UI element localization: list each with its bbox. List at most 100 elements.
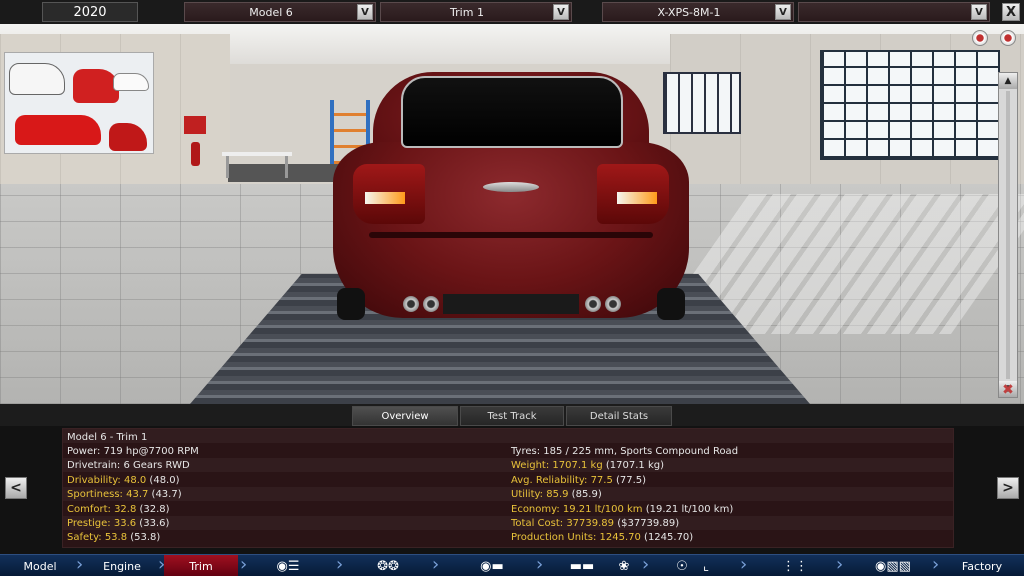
tab-test-track[interactable]: Test Track (460, 406, 564, 426)
rear-diffuser (443, 294, 579, 314)
nav-model[interactable]: Model (0, 555, 80, 576)
tab-overview[interactable]: Overview (352, 406, 458, 426)
tab-detail-stats[interactable]: Detail Stats (566, 406, 672, 426)
exhaust-tip (403, 296, 419, 312)
nav-separator: › (336, 554, 344, 575)
tab-bar: Overview Test Track Detail Stats (0, 404, 1024, 426)
stat-label: Drivability: (67, 474, 124, 486)
stat-base-value: (32.8) (136, 503, 170, 515)
row-stripe (63, 516, 953, 530)
stat-value: 48.0 (123, 474, 147, 486)
scroll-track[interactable] (1006, 91, 1010, 379)
sketch-wireframe (9, 63, 65, 95)
next-arrow-button[interactable]: > (997, 477, 1019, 499)
stat-value: 37739.89 (566, 518, 615, 529)
stat-row: Weight: 1707.1 kg (1707.1 kg) (511, 459, 664, 473)
fan-icon[interactable]: ❀ (612, 558, 636, 574)
camera-icon[interactable] (1000, 30, 1016, 46)
stat-value: 33.6 (113, 518, 137, 529)
car-model-rear-view[interactable] (333, 72, 689, 320)
finish-flag-icon[interactable]: ◉▧▧ (868, 558, 918, 574)
row-stripe (63, 458, 953, 472)
stat-value: 32.8 (114, 503, 137, 515)
stat-base-value: (1707.1 kg) (602, 460, 664, 472)
row-stripe (63, 429, 953, 443)
trim-dropdown[interactable]: Trim 1 V (380, 2, 572, 22)
stat-value: 6 Gears RWD (123, 460, 190, 472)
sketch-red-side (15, 115, 101, 145)
variant-dropdown[interactable]: V (798, 2, 990, 22)
engine-dropdown-value: X-XPS-8M-1 (657, 5, 721, 19)
year-display[interactable]: 2020 (42, 2, 138, 22)
gearbox-icon[interactable]: ◉☰ (268, 558, 308, 574)
engine-dropdown-button[interactable]: V (775, 4, 791, 20)
stat-value: 77.5 (590, 474, 613, 486)
trim-dropdown-value: Trim 1 (450, 5, 484, 19)
stat-label: Sportiness: (67, 489, 127, 501)
garage-table (222, 152, 292, 178)
stat-base-value: (43.7) (148, 489, 182, 501)
engine-dropdown[interactable]: X-XPS-8M-1 V (602, 2, 794, 22)
prev-arrow-button[interactable]: < (5, 477, 27, 499)
stat-value: 185 / 225 mm, Sports Compound Road (543, 446, 739, 457)
steering-wheel-icon[interactable]: ☉ (670, 558, 694, 574)
wheels-icon[interactable]: ❂❂ (368, 558, 408, 574)
stat-row: Comfort: 32.8 (32.8) (67, 503, 170, 517)
stat-value: 53.8 (104, 532, 128, 544)
stat-label: Power: (67, 446, 104, 457)
stat-label: Weight: (511, 460, 553, 472)
top-bar: 2020 Model 6 V Trim 1 V X-XPS-8M-1 V V X (0, 0, 1024, 24)
variant-dropdown-button[interactable]: V (971, 4, 987, 20)
stat-row: Power: 719 hp@7700 RPM (67, 445, 199, 459)
stat-row: Utility: 85.9 (85.9) (511, 488, 602, 502)
model-dropdown[interactable]: Model 6 V (184, 2, 376, 22)
stat-label: Economy: (511, 503, 563, 515)
fire-extinguisher (191, 142, 200, 166)
stat-row: Drivetrain: 6 Gears RWD (67, 459, 190, 473)
stat-row: Avg. Reliability: 77.5 (77.5) (511, 474, 646, 488)
model-dropdown-button[interactable]: V (357, 4, 373, 20)
stat-base-value: (33.6) (136, 518, 170, 529)
seat-icon[interactable]: ⌞ (694, 558, 718, 574)
stat-label: Avg. Reliability: (511, 474, 591, 486)
nav-separator: › (932, 554, 940, 575)
stat-base-value: (77.5) (612, 474, 647, 486)
scroll-up-icon[interactable]: ▲ (999, 73, 1017, 89)
camera-zoom-scrollbar[interactable]: ▲ ▼ (998, 72, 1018, 398)
nav-separator: › (740, 554, 748, 575)
car-3d-viewport[interactable]: ▲ ▼ ✖ (0, 24, 1024, 404)
nav-factory[interactable]: Factory (940, 555, 1024, 576)
stat-row: Total Cost: 37739.89 ($37739.89) (511, 517, 679, 531)
sketch-outline (113, 73, 149, 91)
nav-separator: › (240, 554, 248, 575)
stat-label: Comfort: (67, 503, 115, 515)
stat-row: Tyres: 185 / 225 mm, Sports Compound Roa… (511, 445, 738, 459)
stat-label: Production Units: (511, 532, 600, 544)
car-rear-window (401, 76, 623, 148)
car-profile-icon[interactable]: ▬▬ (552, 558, 612, 574)
stat-value: 719 hp@7700 RPM (103, 446, 199, 457)
camera-icon[interactable] (972, 30, 988, 46)
exhaust-tip (423, 296, 439, 312)
tail-light-left (353, 164, 425, 224)
nav-trim[interactable]: Trim (164, 555, 238, 576)
stat-label: Drivetrain: (67, 460, 124, 472)
stat-row: Prestige: 33.6 (33.6) (67, 517, 169, 531)
exhaust-tip (605, 296, 621, 312)
close-button[interactable]: X (1002, 3, 1020, 21)
stat-value: 85.9 (546, 489, 569, 501)
stat-base-value: (48.0) (146, 474, 180, 486)
stat-base-value: (85.9) (568, 489, 602, 501)
stat-base-value: (19.21 lt/100 km) (642, 503, 734, 515)
reset-view-icon[interactable]: ✖ (999, 381, 1017, 399)
trim-dropdown-button[interactable]: V (553, 4, 569, 20)
tyre-right (657, 288, 685, 320)
sketch-red-rear (109, 123, 147, 151)
nav-engine[interactable]: Engine (82, 555, 162, 576)
body-icon[interactable]: ◉▬ (462, 558, 522, 574)
stat-row: Sportiness: 43.7 (43.7) (67, 488, 182, 502)
nav-separator: › (642, 554, 650, 575)
overview-stats-panel: Model 6 - Trim 1 Power: 719 hp@7700 RPM D… (62, 428, 954, 548)
stat-value: 43.7 (126, 489, 149, 501)
suspension-icon[interactable]: ⋮⋮ (780, 558, 810, 574)
